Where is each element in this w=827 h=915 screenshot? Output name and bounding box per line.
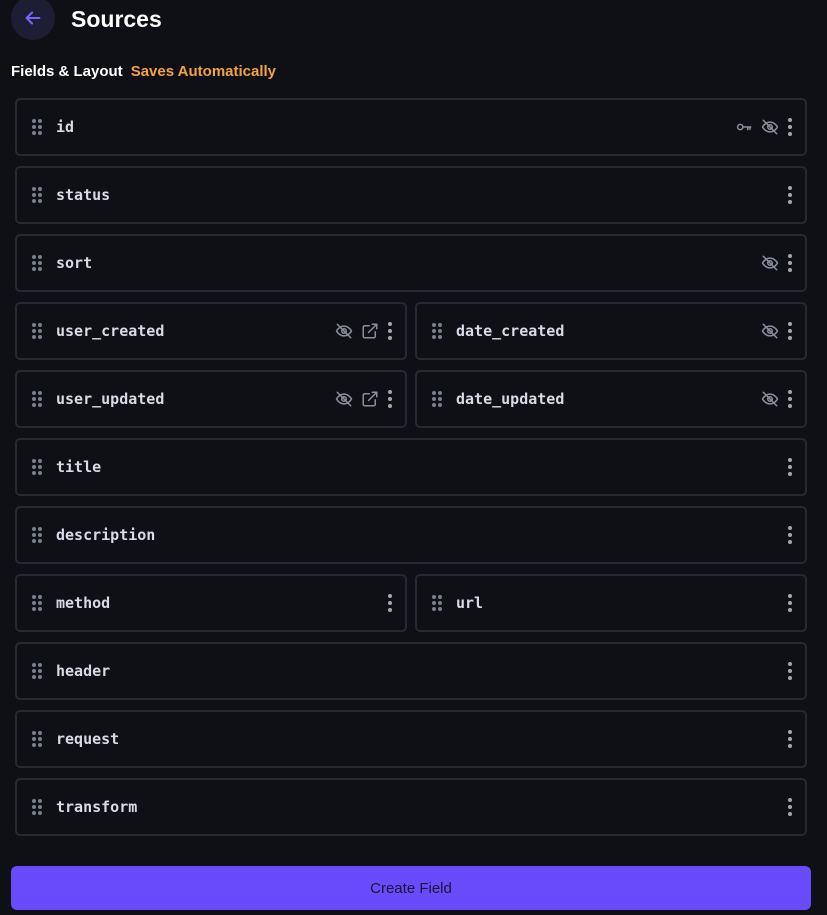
more-vertical-icon[interactable] — [787, 730, 793, 748]
field-name: sort — [56, 254, 93, 272]
more-vertical-icon[interactable] — [787, 458, 793, 476]
key-icon — [735, 118, 753, 136]
field-actions — [787, 662, 793, 680]
field-card-status[interactable]: status — [15, 166, 807, 224]
drag-handle-icon[interactable] — [32, 323, 42, 339]
field-actions — [735, 118, 793, 136]
field-card-user-updated[interactable]: user_updated — [15, 370, 407, 428]
drag-handle-icon[interactable] — [32, 663, 42, 679]
field-card-method[interactable]: method — [15, 574, 407, 632]
drag-handle-icon[interactable] — [32, 595, 42, 611]
eye-off-icon[interactable] — [761, 118, 779, 136]
field-row: header — [15, 642, 807, 700]
field-actions — [335, 322, 393, 340]
eye-off-icon[interactable] — [335, 322, 353, 340]
field-row: method url — [15, 574, 807, 632]
page-title: Sources — [71, 5, 162, 32]
field-card-sort[interactable]: sort — [15, 234, 807, 292]
eye-off-icon[interactable] — [335, 390, 353, 408]
field-row: transform — [15, 778, 807, 836]
field-name: status — [56, 186, 111, 204]
field-actions — [761, 322, 793, 340]
field-name: transform — [56, 798, 138, 816]
field-actions — [387, 594, 393, 612]
more-vertical-icon[interactable] — [787, 594, 793, 612]
drag-handle-icon[interactable] — [32, 255, 42, 271]
field-card-request[interactable]: request — [15, 710, 807, 768]
drag-handle-icon[interactable] — [32, 731, 42, 747]
more-vertical-icon[interactable] — [787, 118, 793, 136]
external-link-icon[interactable] — [361, 390, 379, 408]
fields-list: id status sort user_created date_created… — [15, 98, 807, 846]
external-link-icon[interactable] — [361, 322, 379, 340]
field-name: id — [56, 118, 75, 136]
drag-handle-icon[interactable] — [432, 391, 442, 407]
drag-handle-icon[interactable] — [32, 799, 42, 815]
field-actions — [761, 254, 793, 272]
field-actions — [787, 730, 793, 748]
section-header: Fields & Layout Saves Automatically — [11, 63, 276, 80]
field-name: url — [456, 594, 484, 612]
field-name: request — [56, 730, 120, 748]
back-button[interactable] — [11, 0, 55, 40]
field-actions — [787, 798, 793, 816]
eye-off-icon[interactable] — [761, 254, 779, 272]
drag-handle-icon[interactable] — [432, 595, 442, 611]
eye-off-icon[interactable] — [761, 322, 779, 340]
more-vertical-icon[interactable] — [787, 322, 793, 340]
create-field-button[interactable]: Create Field — [11, 866, 811, 910]
eye-off-icon[interactable] — [761, 390, 779, 408]
field-name: user_updated — [56, 390, 165, 408]
field-card-url[interactable]: url — [415, 574, 807, 632]
field-card-id[interactable]: id — [15, 98, 807, 156]
field-card-title[interactable]: title — [15, 438, 807, 496]
field-actions — [787, 594, 793, 612]
field-row: user_updated date_updated — [15, 370, 807, 428]
drag-handle-icon[interactable] — [32, 527, 42, 543]
drag-handle-icon[interactable] — [432, 323, 442, 339]
field-row: title — [15, 438, 807, 496]
field-actions — [761, 390, 793, 408]
field-card-header[interactable]: header — [15, 642, 807, 700]
more-vertical-icon[interactable] — [787, 390, 793, 408]
field-actions — [787, 186, 793, 204]
field-row: id — [15, 98, 807, 156]
field-card-user-created[interactable]: user_created — [15, 302, 407, 360]
field-name: date_created — [456, 322, 565, 340]
more-vertical-icon[interactable] — [387, 594, 393, 612]
field-actions — [787, 526, 793, 544]
field-name: header — [56, 662, 111, 680]
field-card-date-created[interactable]: date_created — [415, 302, 807, 360]
field-row: status — [15, 166, 807, 224]
field-row: user_created date_created — [15, 302, 807, 360]
more-vertical-icon[interactable] — [787, 254, 793, 272]
field-card-date-updated[interactable]: date_updated — [415, 370, 807, 428]
section-title: Fields & Layout — [11, 63, 123, 80]
arrow-left-icon — [25, 11, 41, 25]
field-actions — [787, 458, 793, 476]
more-vertical-icon[interactable] — [787, 798, 793, 816]
field-name: method — [56, 594, 111, 612]
drag-handle-icon[interactable] — [32, 119, 42, 135]
drag-handle-icon[interactable] — [32, 391, 42, 407]
field-actions — [335, 390, 393, 408]
field-name: description — [56, 526, 156, 544]
field-card-description[interactable]: description — [15, 506, 807, 564]
more-vertical-icon[interactable] — [787, 526, 793, 544]
field-row: request — [15, 710, 807, 768]
drag-handle-icon[interactable] — [32, 459, 42, 475]
field-row: description — [15, 506, 807, 564]
autosave-status: Saves Automatically — [130, 63, 277, 80]
more-vertical-icon[interactable] — [387, 322, 393, 340]
more-vertical-icon[interactable] — [787, 186, 793, 204]
page-header: Sources — [11, 0, 162, 40]
drag-handle-icon[interactable] — [32, 187, 42, 203]
more-vertical-icon[interactable] — [787, 662, 793, 680]
more-vertical-icon[interactable] — [387, 390, 393, 408]
field-name: user_created — [56, 322, 165, 340]
field-name: date_updated — [456, 390, 565, 408]
field-row: sort — [15, 234, 807, 292]
field-card-transform[interactable]: transform — [15, 778, 807, 836]
field-name: title — [56, 458, 102, 476]
